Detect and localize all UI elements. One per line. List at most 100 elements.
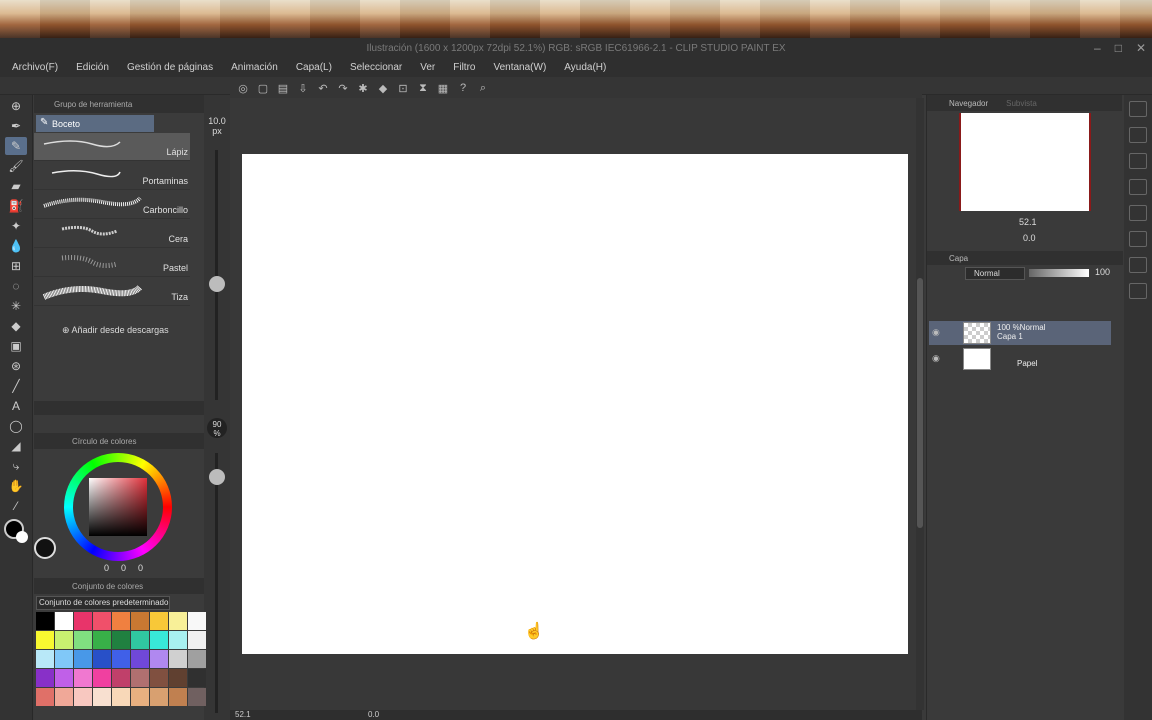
- menu-capa[interactable]: Capa(L): [296, 60, 332, 77]
- flip-icon[interactable]: ⧗: [416, 82, 430, 95]
- subtool-group-boceto[interactable]: ✎ Boceto: [36, 115, 154, 132]
- layer-panel-icon[interactable]: [1129, 153, 1147, 169]
- color-swatch[interactable]: [188, 669, 206, 687]
- blend-tool-icon[interactable]: 💧: [5, 237, 27, 255]
- color-swatch[interactable]: [55, 650, 73, 668]
- color-swatch[interactable]: [36, 631, 54, 649]
- tab-subvista[interactable]: Subvista: [1006, 99, 1037, 108]
- color-swatch[interactable]: [188, 688, 206, 706]
- brush-size-slider[interactable]: [215, 150, 218, 400]
- brush-cera[interactable]: Cera: [34, 220, 190, 248]
- color-swatch[interactable]: [55, 631, 73, 649]
- color-swatch[interactable]: [36, 612, 54, 630]
- color-swatch[interactable]: [112, 650, 130, 668]
- brush-lapiz[interactable]: Lápiz: [34, 133, 190, 161]
- color-swatch[interactable]: [36, 688, 54, 706]
- eye-icon[interactable]: ◉: [932, 327, 940, 338]
- balloon-tool-icon[interactable]: ◯: [5, 417, 27, 435]
- color-swatch[interactable]: [150, 612, 168, 630]
- save-icon[interactable]: ⇩: [296, 82, 310, 95]
- color-swatch[interactable]: [169, 631, 187, 649]
- eraser-tool-icon[interactable]: ▰: [5, 177, 27, 195]
- color-swatch[interactable]: [169, 688, 187, 706]
- menu-animacion[interactable]: Animación: [231, 60, 278, 77]
- color-swatch[interactable]: [55, 688, 73, 706]
- gradient-tool-icon[interactable]: ▣: [5, 337, 27, 355]
- color-swatch[interactable]: [150, 650, 168, 668]
- menu-ver[interactable]: Ver: [420, 60, 435, 77]
- lasso-tool-icon[interactable]: ◌: [5, 277, 27, 295]
- color-swatch[interactable]: [169, 669, 187, 687]
- clip-studio-icon[interactable]: ◎: [236, 82, 250, 95]
- rotation-readout[interactable]: 0.0: [368, 710, 379, 719]
- color-swatch[interactable]: [93, 650, 111, 668]
- color-swatch[interactable]: [131, 688, 149, 706]
- color-swatch[interactable]: [131, 631, 149, 649]
- menu-gestion-paginas[interactable]: Gestión de páginas: [127, 60, 213, 77]
- line-tool-icon[interactable]: ╱: [5, 377, 27, 395]
- search-panel-icon[interactable]: [1129, 257, 1147, 273]
- color-swatch[interactable]: [188, 631, 206, 649]
- clear-icon[interactable]: ✱: [356, 82, 370, 95]
- color-swatch[interactable]: [131, 669, 149, 687]
- canvas-area[interactable]: [230, 98, 922, 710]
- add-from-downloads-button[interactable]: ⊕ Añadir desde descargas: [62, 325, 169, 336]
- hand-tool-icon[interactable]: ✋: [5, 477, 27, 495]
- color-swatch[interactable]: [112, 612, 130, 630]
- tab-capa[interactable]: Capa: [949, 254, 968, 263]
- fill-tool-icon[interactable]: ◆: [5, 317, 27, 335]
- opacity-slider[interactable]: [215, 453, 218, 713]
- opacity-knob[interactable]: [209, 469, 225, 485]
- color-swatch[interactable]: [150, 669, 168, 687]
- help-icon[interactable]: ?: [456, 82, 470, 94]
- material-panel-icon[interactable]: [1129, 231, 1147, 247]
- property-panel-icon[interactable]: [1129, 179, 1147, 195]
- color-swatch[interactable]: [36, 669, 54, 687]
- color-swatch[interactable]: [36, 650, 54, 668]
- navigator-preview[interactable]: [959, 113, 1091, 211]
- saturation-value-square[interactable]: [89, 478, 147, 536]
- layer-opacity-slider[interactable]: [1029, 269, 1089, 277]
- color-swatch[interactable]: [93, 631, 111, 649]
- eye-icon[interactable]: ◉: [932, 353, 940, 364]
- color-swatch[interactable]: [131, 650, 149, 668]
- close-icon[interactable]: ✕: [1136, 41, 1146, 55]
- subview-panel-icon[interactable]: [1129, 127, 1147, 143]
- layer-row[interactable]: ◉ 100 %Normal Capa 1: [929, 321, 1111, 345]
- history-panel-icon[interactable]: [1129, 205, 1147, 221]
- color-swatch[interactable]: [74, 631, 92, 649]
- color-swatch[interactable]: [131, 612, 149, 630]
- correct-line-tool-icon[interactable]: ⤷: [5, 457, 27, 475]
- color-swatch[interactable]: [112, 669, 130, 687]
- zoom-readout[interactable]: 52.1: [235, 710, 251, 719]
- menu-archivo[interactable]: Archivo(F): [12, 60, 58, 77]
- layer-row[interactable]: ◉ Papel: [929, 347, 1111, 371]
- vertical-scrollbar[interactable]: [916, 98, 924, 710]
- layer-opacity-value[interactable]: 100: [1095, 267, 1110, 277]
- color-swatch[interactable]: [74, 688, 92, 706]
- navigator-zoom[interactable]: 52.1: [1019, 217, 1037, 227]
- color-indicator[interactable]: [0, 517, 32, 551]
- menu-seleccionar[interactable]: Seleccionar: [350, 60, 402, 77]
- decoration-tool-icon[interactable]: ✦: [5, 217, 27, 235]
- brush-portaminas[interactable]: Portaminas: [34, 162, 190, 190]
- navigator-angle[interactable]: 0.0: [1023, 233, 1036, 243]
- open-file-icon[interactable]: ▤: [276, 82, 290, 95]
- redo-icon[interactable]: ↷: [336, 82, 350, 95]
- brush-pastel[interactable]: Pastel: [34, 249, 190, 277]
- figure-tool-icon[interactable]: ⊛: [5, 357, 27, 375]
- color-swatch[interactable]: [188, 650, 206, 668]
- blend-mode-dropdown[interactable]: Normal: [965, 267, 1025, 280]
- color-swatch[interactable]: [55, 612, 73, 630]
- color-set-dropdown[interactable]: Conjunto de colores predeterminado: [36, 596, 170, 610]
- menu-filtro[interactable]: Filtro: [453, 60, 475, 77]
- color-swatch[interactable]: [150, 631, 168, 649]
- move-tool-icon[interactable]: ⊕: [5, 97, 27, 115]
- scroll-thumb[interactable]: [917, 278, 923, 528]
- pencil-tool-icon[interactable]: ✎: [5, 137, 27, 155]
- tab-navegador[interactable]: Navegador: [949, 99, 988, 108]
- color-swatch[interactable]: [74, 669, 92, 687]
- menu-ventana[interactable]: Ventana(W): [493, 60, 546, 77]
- brush-size-knob[interactable]: [209, 276, 225, 292]
- minimize-icon[interactable]: –: [1094, 41, 1101, 55]
